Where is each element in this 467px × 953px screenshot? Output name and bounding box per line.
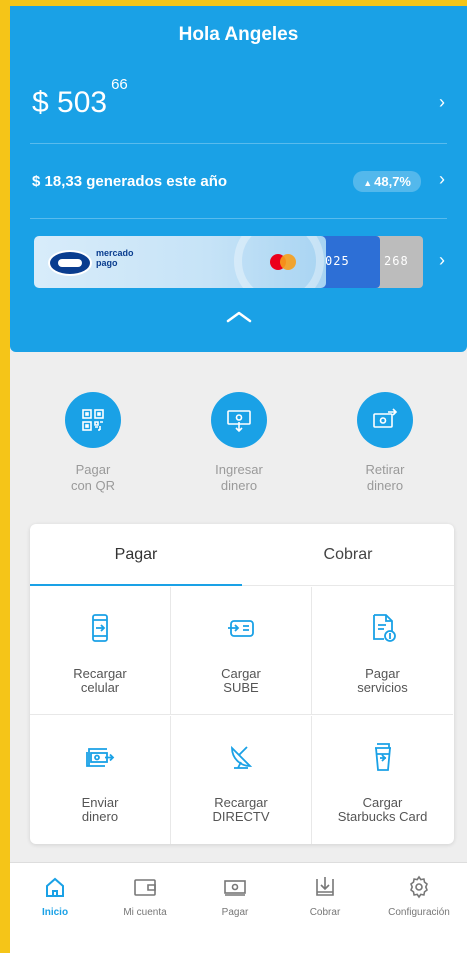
withdraw-icon: [357, 392, 413, 448]
account-header: Hola Angeles $ 50366 › $ 18,33 generados…: [10, 6, 467, 352]
balance-integer: $ 503: [32, 86, 108, 119]
balance-cents: 66: [111, 76, 128, 93]
card-brand-line1: mercado: [96, 248, 134, 258]
bottom-nav: Inicio Mi cuenta Pagar Cobrar Configurac…: [10, 862, 467, 953]
wallet-icon: [134, 879, 156, 896]
phone-topup-icon: [92, 614, 108, 642]
card-brand: mercado pago: [96, 248, 134, 268]
card-digits: 268: [384, 254, 409, 268]
charge-icon: [316, 877, 334, 896]
frame-border-left: [0, 0, 10, 953]
send-money-icon: [86, 748, 115, 767]
nav-pagar[interactable]: Pagar: [190, 863, 280, 943]
quick-action-label: Retirar dinero: [365, 462, 405, 493]
card-brand-line2: pago: [96, 258, 118, 268]
deposit-icon: [211, 392, 267, 448]
coffee-cup-icon: [374, 743, 391, 771]
service-cargar-sube[interactable]: Cargar SUBE: [171, 587, 312, 715]
active-tab-indicator: [30, 584, 242, 586]
nav-cobrar[interactable]: Cobrar: [280, 863, 370, 943]
mercado-pago-logo-icon: [48, 250, 92, 276]
nav-label: Cobrar: [309, 907, 341, 918]
tab-cobrar[interactable]: Cobrar: [242, 524, 454, 586]
quick-action-label: Ingresar dinero: [215, 462, 263, 493]
satellite-dish-icon: [231, 745, 253, 769]
balance-row[interactable]: $ 50366 ›: [10, 76, 467, 128]
nav-label: Mi cuenta: [123, 907, 167, 918]
tab-pagar[interactable]: Pagar: [30, 524, 242, 586]
quick-action-label: Pagar con QR: [70, 462, 116, 493]
service-recargar-celular[interactable]: Recargar celular: [30, 587, 171, 715]
transit-card-icon: [228, 620, 254, 637]
bill-icon: [372, 614, 396, 642]
home-icon: [46, 877, 64, 897]
service-label: Pagar servicios: [357, 666, 408, 695]
nav-inicio[interactable]: Inicio: [10, 863, 100, 943]
tab-bar: Pagar Cobrar: [30, 524, 454, 586]
service-enviar-dinero[interactable]: Enviar dinero: [30, 716, 171, 844]
earnings-row[interactable]: $ 18,33 generados este año ▲ 48,7% ›: [10, 161, 467, 201]
mastercard-logo-icon: [270, 254, 298, 270]
divider: [30, 218, 447, 219]
greeting: Hola Angeles: [178, 24, 299, 45]
chevron-right-icon: ›: [439, 169, 445, 189]
balance-amount: $ 50366: [32, 76, 128, 120]
nav-label: Inicio: [41, 907, 69, 918]
nav-label: Pagar: [221, 907, 249, 918]
collapse-chevron-up-icon[interactable]: [222, 306, 256, 326]
quick-action-pay-qr[interactable]: Pagar con QR: [38, 392, 148, 494]
quick-action-deposit[interactable]: Ingresar dinero: [184, 392, 294, 494]
service-label: Recargar DIRECTV: [212, 795, 270, 824]
service-label: Cargar SUBE: [221, 666, 261, 695]
quick-action-withdraw[interactable]: Retirar dinero: [330, 392, 440, 494]
nav-label: Configuración: [388, 907, 450, 918]
service-cargar-starbucks[interactable]: Cargar Starbucks Card: [312, 716, 453, 844]
earnings-percent: 48,7%: [374, 174, 411, 189]
divider: [30, 143, 447, 144]
app-screen: Hola Angeles $ 50366 › $ 18,33 generados…: [10, 6, 467, 953]
earnings-badge: ▲ 48,7%: [353, 171, 421, 192]
arrow-up-icon: ▲: [363, 178, 373, 188]
pay-charge-panel: Pagar Cobrar Recargar celular Cargar SUB…: [30, 524, 454, 844]
nav-mi-cuenta[interactable]: Mi cuenta: [100, 863, 190, 943]
service-label: Recargar celular: [73, 666, 127, 695]
cards-carousel[interactable]: 268 025 mercado pago ›: [10, 236, 467, 290]
service-pagar-servicios[interactable]: Pagar servicios: [312, 587, 453, 715]
mercado-pago-card[interactable]: mercado pago: [34, 236, 326, 288]
pay-icon: [224, 880, 246, 896]
services-grid: Recargar celular Cargar SUBE Pagar servi…: [30, 587, 454, 844]
qr-icon: [65, 392, 121, 448]
gear-icon: [410, 875, 428, 899]
nav-configuracion[interactable]: Configuración: [374, 863, 464, 943]
card-digits: 025: [325, 254, 350, 268]
chevron-right-icon: ›: [439, 92, 445, 112]
earnings-text: $ 18,33 generados este año: [32, 173, 228, 190]
service-label: Enviar dinero: [81, 795, 119, 824]
service-label: Cargar Starbucks Card: [337, 795, 428, 824]
service-recargar-directv[interactable]: Recargar DIRECTV: [171, 716, 312, 844]
chevron-right-icon: ›: [439, 250, 445, 270]
